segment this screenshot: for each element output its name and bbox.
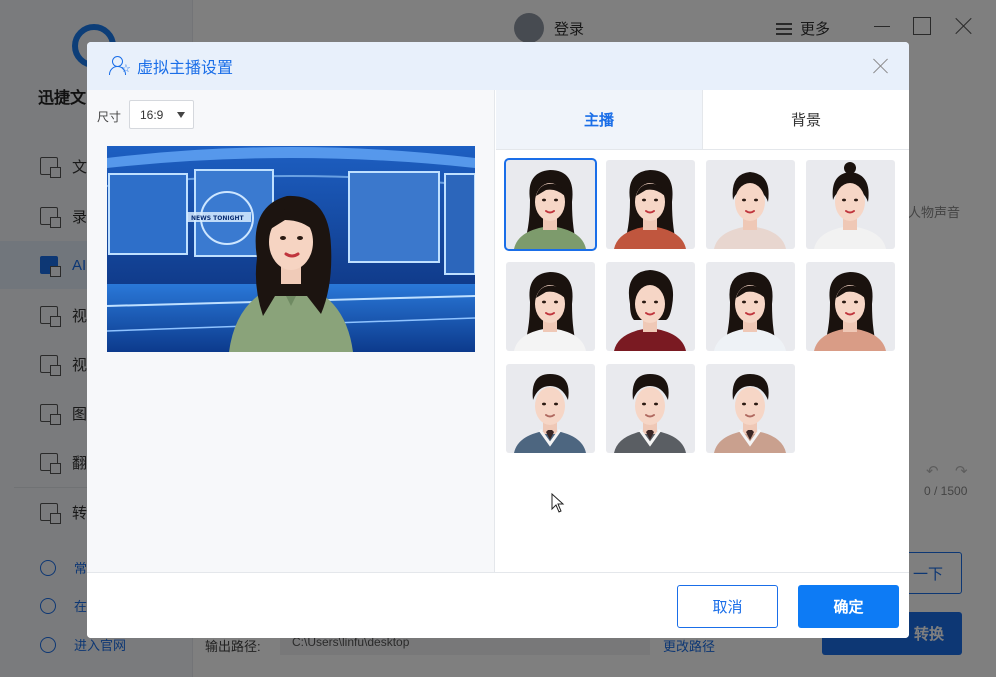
size-select-value: 16:9 <box>140 108 164 122</box>
anchor-thumbnail-3[interactable] <box>706 160 795 249</box>
anchor-portrait <box>714 172 786 249</box>
anchor-portrait <box>814 162 886 249</box>
anchor-portrait <box>514 170 586 249</box>
size-select[interactable]: 16:9 <box>129 100 194 129</box>
anchor-portrait <box>714 374 786 453</box>
anchor-portrait <box>814 272 886 351</box>
chevron-down-icon <box>177 112 185 118</box>
anchor-settings-icon: ☆ <box>109 56 131 76</box>
anchor-thumbnail-6[interactable] <box>606 262 695 351</box>
anchor-portrait <box>514 272 586 351</box>
anchor-thumbnail-10[interactable] <box>606 364 695 453</box>
anchor-portrait <box>614 270 686 351</box>
anchor-tabs: 主播 背景 <box>496 90 909 150</box>
tab-background[interactable]: 背景 <box>703 90 909 149</box>
dialog-header: ☆ 虚拟主播设置 <box>87 42 909 90</box>
anchor-thumbnail-8[interactable] <box>806 262 895 351</box>
mouse-cursor-icon <box>551 493 565 513</box>
studio-screen-text: NEWS TONIGHT <box>191 215 245 222</box>
anchor-thumbnail-2[interactable] <box>606 160 695 249</box>
anchor-thumbnail-4[interactable] <box>806 160 895 249</box>
anchor-portrait <box>614 170 686 249</box>
anchor-preview: NEWS TONIGHT <box>107 146 475 352</box>
dialog-title: 虚拟主播设置 <box>137 60 234 77</box>
anchor-grid <box>504 158 895 453</box>
anchor-portrait <box>514 374 586 453</box>
virtual-anchor-dialog: ☆ 虚拟主播设置 尺寸 16:9 NEWS TONIGHT 主播 背景 取消 确… <box>87 42 909 638</box>
anchor-thumbnail-11[interactable] <box>706 364 795 453</box>
anchor-thumbnail-1[interactable] <box>504 158 597 251</box>
dialog-close-button[interactable] <box>873 58 889 74</box>
anchor-thumbnail-7[interactable] <box>706 262 795 351</box>
cancel-button[interactable]: 取消 <box>677 585 778 628</box>
studio-preview-image: NEWS TONIGHT <box>107 146 475 352</box>
anchor-portrait <box>614 374 686 453</box>
tab-anchor[interactable]: 主播 <box>496 90 703 149</box>
anchor-portrait <box>714 272 786 351</box>
confirm-button[interactable]: 确定 <box>798 585 899 628</box>
size-label: 尺寸 <box>97 110 122 124</box>
anchor-thumbnail-9[interactable] <box>506 364 595 453</box>
preview-pane: 尺寸 16:9 NEWS TONIGHT <box>87 90 495 572</box>
anchor-thumbnail-5[interactable] <box>506 262 595 351</box>
dialog-footer: 取消 确定 <box>87 572 909 638</box>
